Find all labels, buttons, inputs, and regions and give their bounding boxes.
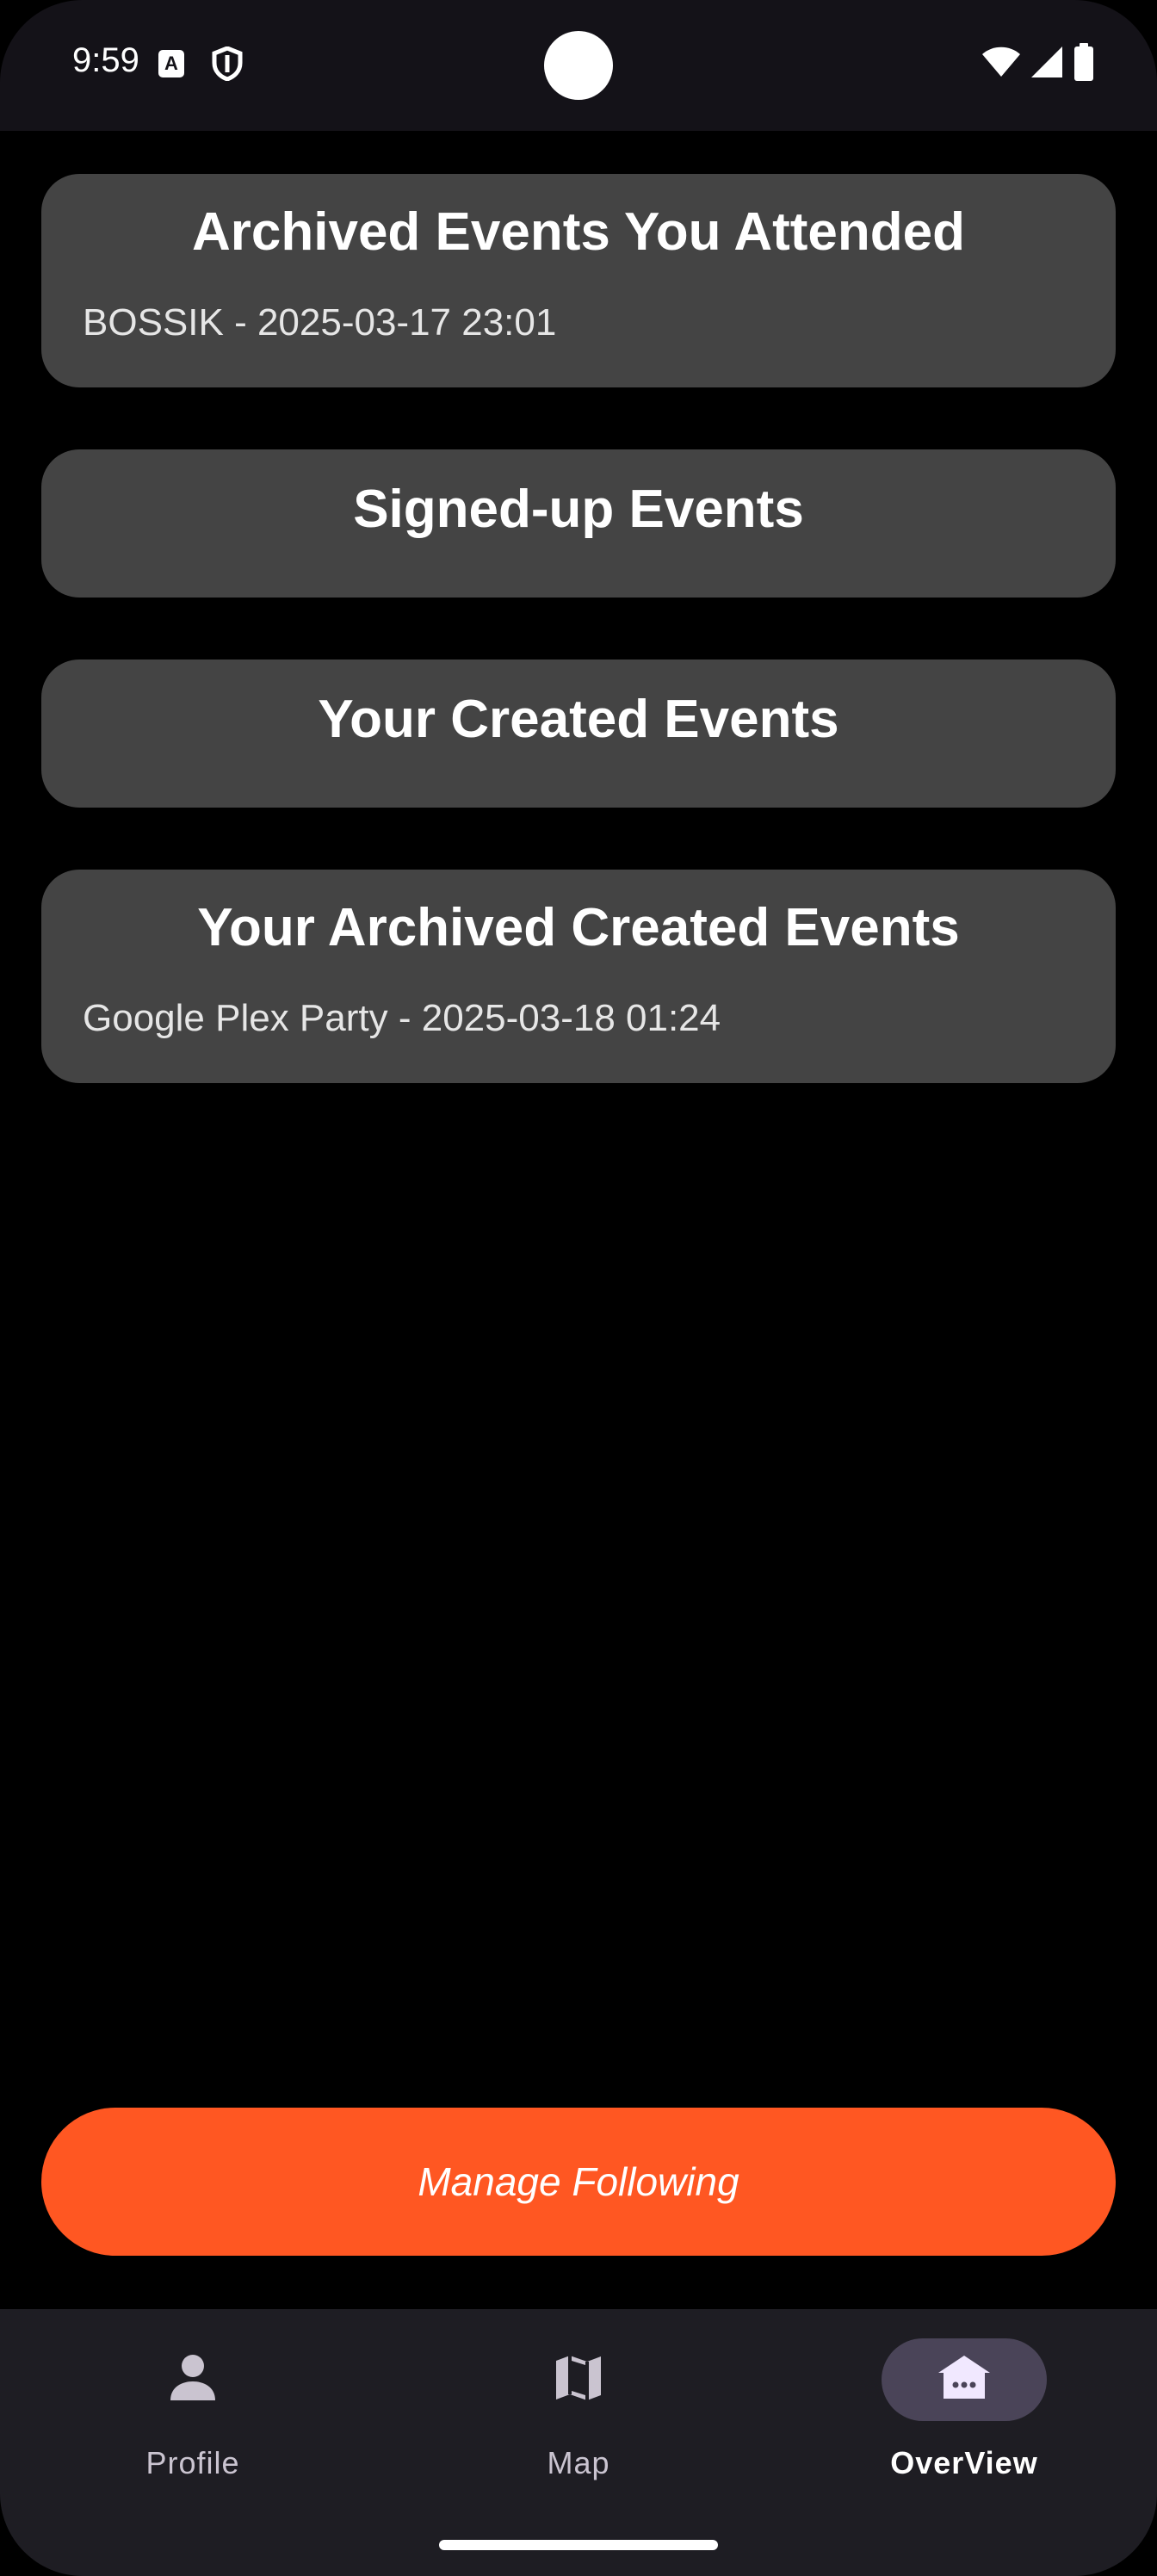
card-archived-attended[interactable]: Archived Events You Attended BOSSIK - 20…	[41, 174, 1116, 387]
nav-label-map: Map	[547, 2445, 610, 2480]
card-archived-created[interactable]: Your Archived Created Events Google Plex…	[41, 870, 1116, 1083]
nav-icon-container	[496, 2338, 661, 2421]
battery-icon	[1073, 42, 1095, 85]
event-item[interactable]: Google Plex Party - 2025-03-18 01:24	[83, 997, 721, 1040]
wifi-icon	[981, 46, 1021, 83]
card-title: Signed-up Events	[353, 480, 804, 539]
card-title: Your Archived Created Events	[197, 898, 960, 957]
card-created[interactable]: Your Created Events	[41, 659, 1116, 808]
manage-following-button[interactable]: Manage Following	[41, 2108, 1116, 2256]
nav-item-overview[interactable]: OverView	[771, 2309, 1157, 2516]
app-screen: 9:59 A Archived Events You Attended BOSS…	[0, 0, 1157, 2576]
status-icons	[981, 42, 1095, 85]
card-title: Your Created Events	[318, 690, 839, 749]
home-icon	[937, 2354, 992, 2406]
text-notification-icon: A	[158, 50, 184, 77]
signal-icon	[1030, 45, 1064, 84]
map-icon	[553, 2352, 604, 2408]
camera-cutout	[544, 31, 613, 100]
home-gesture-bar[interactable]	[439, 2540, 718, 2550]
status-bar: 9:59 A	[0, 0, 1157, 131]
nav-label-overview: OverView	[890, 2445, 1038, 2480]
nav-item-map[interactable]: Map	[386, 2309, 771, 2516]
event-item[interactable]: BOSSIK - 2025-03-17 23:01	[83, 301, 556, 344]
nav-icon-container	[110, 2338, 275, 2421]
card-title: Archived Events You Attended	[191, 202, 966, 262]
nav-label-profile: Profile	[145, 2445, 240, 2480]
card-signed-up[interactable]: Signed-up Events	[41, 449, 1116, 598]
nav-icon-container-active	[882, 2338, 1047, 2421]
person-icon	[165, 2350, 220, 2410]
status-time: 9:59	[72, 41, 139, 79]
bottom-navigation: Profile Map OverView	[0, 2309, 1157, 2576]
nav-item-profile[interactable]: Profile	[0, 2309, 386, 2516]
shield-icon	[212, 46, 243, 82]
